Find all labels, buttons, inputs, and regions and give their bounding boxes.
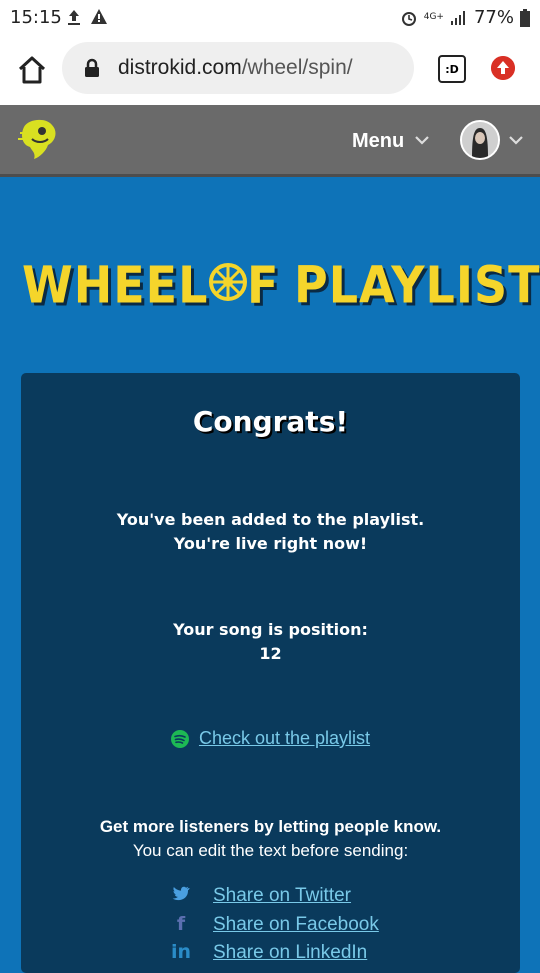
battery-percent: 77% [473, 7, 514, 28]
title-word-playlist: PLAYLIST [294, 255, 540, 315]
added-line-2: You're live right now! [173, 534, 368, 553]
check-playlist-link[interactable]: Check out the playlist [199, 728, 370, 748]
position-value: 12 [259, 644, 282, 663]
home-icon[interactable] [16, 54, 48, 86]
status-time: 15:15 [10, 7, 62, 28]
upload-icon [68, 10, 80, 25]
share-intro: Get more listeners by letting people kno… [21, 815, 520, 863]
twitter-icon [171, 885, 191, 907]
alarm-icon [401, 11, 416, 26]
status-right: 4G+ 77% [400, 7, 530, 28]
browser-toolbar: distrokid.com/wheel/spin/ :D [0, 34, 540, 105]
congrats-heading: Congrats! [192, 405, 349, 438]
url-path: /wheel/spin/ [241, 56, 353, 79]
result-card: Congrats! You've been added to the playl… [21, 373, 520, 973]
title-word-of: F [247, 255, 280, 315]
added-message: You've been added to the playlist. You'r… [21, 508, 520, 556]
address-bar[interactable]: distrokid.com/wheel/spin/ [62, 42, 414, 94]
share-facebook-link[interactable]: Share on Facebook [213, 914, 379, 935]
warning-icon [91, 9, 107, 24]
avatar[interactable] [460, 120, 500, 160]
signal-icon [450, 10, 465, 25]
wheel-icon [209, 263, 247, 301]
url-text[interactable]: distrokid.com/wheel/spin/ [118, 56, 353, 80]
position-label: Your song is position: [173, 620, 368, 639]
position-message: Your song is position: 12 [21, 618, 520, 666]
menu-button[interactable]: Menu [352, 130, 404, 153]
share-linkedin-row: in Share on LinkedIn [171, 941, 367, 964]
url-domain: distrokid.com [118, 56, 242, 79]
spotify-icon [170, 730, 189, 749]
added-line-1: You've been added to the playlist. [116, 510, 425, 529]
share-intro-bold: Get more listeners by letting people kno… [99, 817, 442, 836]
network-type: 4G+ [423, 12, 444, 22]
status-bar: 15:15 4G+ 77% [0, 0, 540, 34]
page-title: WHEEL F PLAYLIST [0, 255, 540, 315]
chevron-down-icon[interactable] [414, 135, 430, 145]
update-icon[interactable] [491, 56, 515, 80]
avatar-image [462, 122, 498, 158]
app-header: Menu [0, 105, 540, 177]
title-word-wheel: WHEEL [22, 255, 209, 315]
share-twitter-link[interactable]: Share on Twitter [213, 885, 351, 906]
share-intro-text: You can edit the text before sending: [132, 841, 409, 860]
facebook-icon: f [176, 913, 186, 935]
lock-icon [85, 58, 99, 77]
playlist-link-row: Check out the playlist [21, 728, 520, 749]
battery-icon [520, 8, 530, 27]
account-chevron-down-icon[interactable] [508, 135, 524, 145]
tabs-button[interactable]: :D [438, 55, 466, 83]
distrokid-logo-icon[interactable] [18, 117, 60, 163]
share-facebook-row: f Share on Facebook [171, 913, 379, 936]
share-twitter-row: Share on Twitter [171, 885, 351, 907]
